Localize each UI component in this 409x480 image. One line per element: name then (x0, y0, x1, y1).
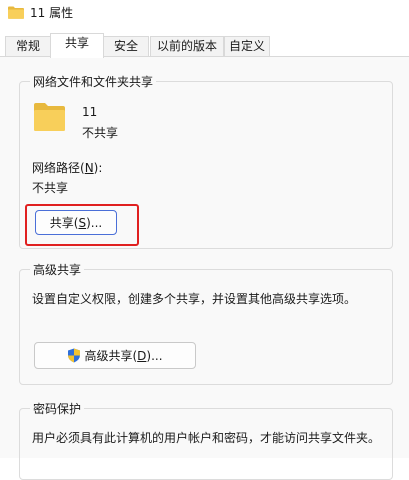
advanced-sharing-title: 高级共享 (30, 261, 85, 278)
sharing-panel: 网络文件和文件夹共享 11 不共享 网络路径(N): 不共享 共享(S)... … (0, 57, 409, 480)
password-protection-title: 密码保护 (30, 400, 85, 417)
advanced-sharing-description: 设置自定义权限，创建多个共享，并设置其他高级共享选项。 (32, 292, 357, 306)
tab-previous-versions[interactable]: 以前的版本 (150, 36, 224, 56)
network-sharing-group: 网络文件和文件夹共享 11 不共享 网络路径(N): 不共享 共享(S)... (19, 73, 393, 249)
password-protection-description: 用户必须具有此计算机的用户帐户和密码，才能访问共享文件夹。 (32, 431, 381, 445)
tab-customize[interactable]: 自定义 (224, 36, 270, 56)
title-bar: 11 属性 (0, 0, 409, 24)
folder-name: 11 (82, 105, 98, 119)
tab-strip: 常规 共享 安全 以前的版本 自定义 (0, 33, 409, 58)
folder-icon (8, 6, 24, 19)
tab-security[interactable]: 安全 (103, 36, 149, 56)
tab-general[interactable]: 常规 (5, 36, 51, 56)
network-path-label: 网络路径(N): (32, 161, 103, 175)
network-sharing-title: 网络文件和文件夹共享 (30, 73, 157, 90)
advanced-sharing-group: 高级共享 设置自定义权限，创建多个共享，并设置其他高级共享选项。 高级共享(D)… (19, 261, 393, 385)
shared-folder-icon (33, 102, 66, 135)
advanced-sharing-button[interactable]: 高级共享(D)... (34, 342, 196, 369)
tab-sharing[interactable]: 共享 (50, 33, 104, 58)
uac-shield-icon (67, 348, 81, 363)
network-path-value: 不共享 (32, 181, 69, 195)
password-protection-group: 密码保护 用户必须具有此计算机的用户帐户和密码，才能访问共享文件夹。 (19, 400, 393, 480)
window-title: 11 属性 (30, 5, 74, 20)
share-button[interactable]: 共享(S)... (35, 210, 117, 235)
folder-share-status: 不共享 (82, 126, 119, 140)
